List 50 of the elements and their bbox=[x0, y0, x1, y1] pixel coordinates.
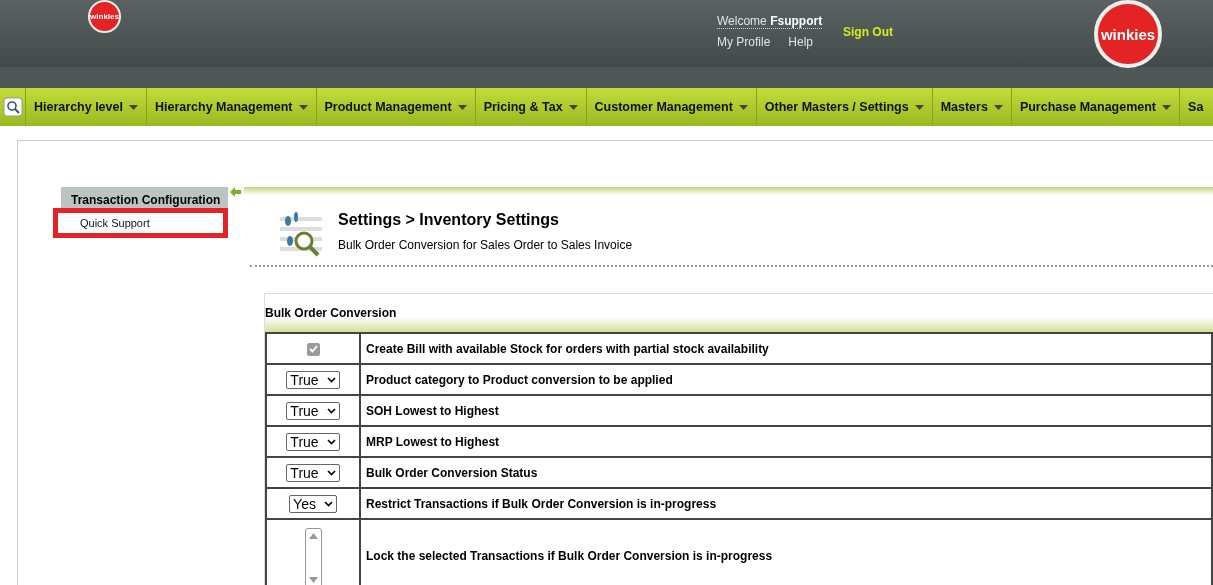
dropdown[interactable]: True bbox=[286, 463, 340, 482]
chevron-down-icon bbox=[326, 376, 336, 383]
caret-down-icon bbox=[298, 104, 308, 110]
dropdown[interactable]: True bbox=[286, 370, 340, 389]
caret-down-icon bbox=[568, 104, 578, 110]
nav-menu-item[interactable]: Masters bbox=[932, 88, 1012, 126]
sidebar-title: Transaction Configuration bbox=[61, 187, 228, 208]
nav-menu-item[interactable]: Customer Management bbox=[586, 88, 757, 126]
nav-menu-item[interactable]: Other Masters / Settings bbox=[756, 88, 933, 126]
nav-menu-item[interactable]: Hierarchy Management bbox=[146, 88, 317, 126]
nav-menu-item[interactable]: Pricing & Tax bbox=[475, 88, 587, 126]
search-button[interactable] bbox=[0, 88, 26, 126]
checkbox[interactable] bbox=[306, 342, 320, 356]
nav-menu-item[interactable]: Hierarchy level bbox=[26, 88, 147, 126]
sign-out-link[interactable]: Sign Out bbox=[843, 25, 893, 39]
scroll-up-icon[interactable] bbox=[308, 532, 318, 539]
arrow-icon[interactable] bbox=[230, 187, 241, 197]
list-box[interactable] bbox=[304, 527, 322, 585]
setting-label: Product category to Product conversion to be applied bbox=[360, 364, 1212, 395]
welcome-text: Welcome Fsupport bbox=[717, 14, 823, 29]
caret-down-icon bbox=[993, 104, 1003, 110]
nav-menu-item[interactable]: Purchase Management bbox=[1011, 88, 1181, 126]
page-subtitle: Bulk Order Conversion for Sales Order to Sales Invoice bbox=[338, 238, 633, 252]
caret-down-icon bbox=[914, 104, 924, 110]
setting-label: Create Bill with available Stock for orders with partial stock availability bbox=[360, 333, 1212, 364]
chevron-down-icon bbox=[326, 407, 336, 414]
nav-menu-item[interactable]: Sa bbox=[1180, 88, 1206, 126]
caret-down-icon bbox=[457, 104, 467, 110]
setting-label: MRP Lowest to Highest bbox=[360, 426, 1212, 457]
caret-down-icon bbox=[1162, 104, 1172, 110]
nav-menu-item[interactable]: Product Management bbox=[316, 88, 476, 126]
page-title: Settings > Inventory Settings bbox=[338, 211, 560, 229]
footprints-magnifier-icon bbox=[280, 211, 324, 257]
logo: winkies bbox=[1094, 0, 1162, 68]
setting-label: SOH Lowest to Highest bbox=[360, 395, 1212, 426]
scroll-down-icon[interactable] bbox=[308, 576, 318, 583]
chevron-down-icon bbox=[326, 438, 336, 445]
caret-down-icon bbox=[128, 104, 138, 110]
dropdown[interactable]: Yes bbox=[289, 494, 337, 513]
chevron-down-icon bbox=[326, 469, 336, 476]
dropdown[interactable]: True bbox=[286, 401, 340, 420]
caret-down-icon bbox=[738, 104, 748, 110]
dropdown[interactable]: True bbox=[286, 432, 340, 451]
logo: winkies bbox=[88, 0, 121, 33]
setting-label: Restrict Transactions if Bulk Order Conversion is in-progress bbox=[360, 488, 1212, 519]
chevron-down-icon bbox=[323, 500, 333, 507]
header-link[interactable]: Help bbox=[788, 35, 814, 49]
sidebar-item[interactable]: Quick Support bbox=[53, 208, 228, 238]
setting-label: Bulk Order Conversion Status bbox=[360, 457, 1212, 488]
header-link[interactable]: My Profile bbox=[717, 35, 771, 49]
